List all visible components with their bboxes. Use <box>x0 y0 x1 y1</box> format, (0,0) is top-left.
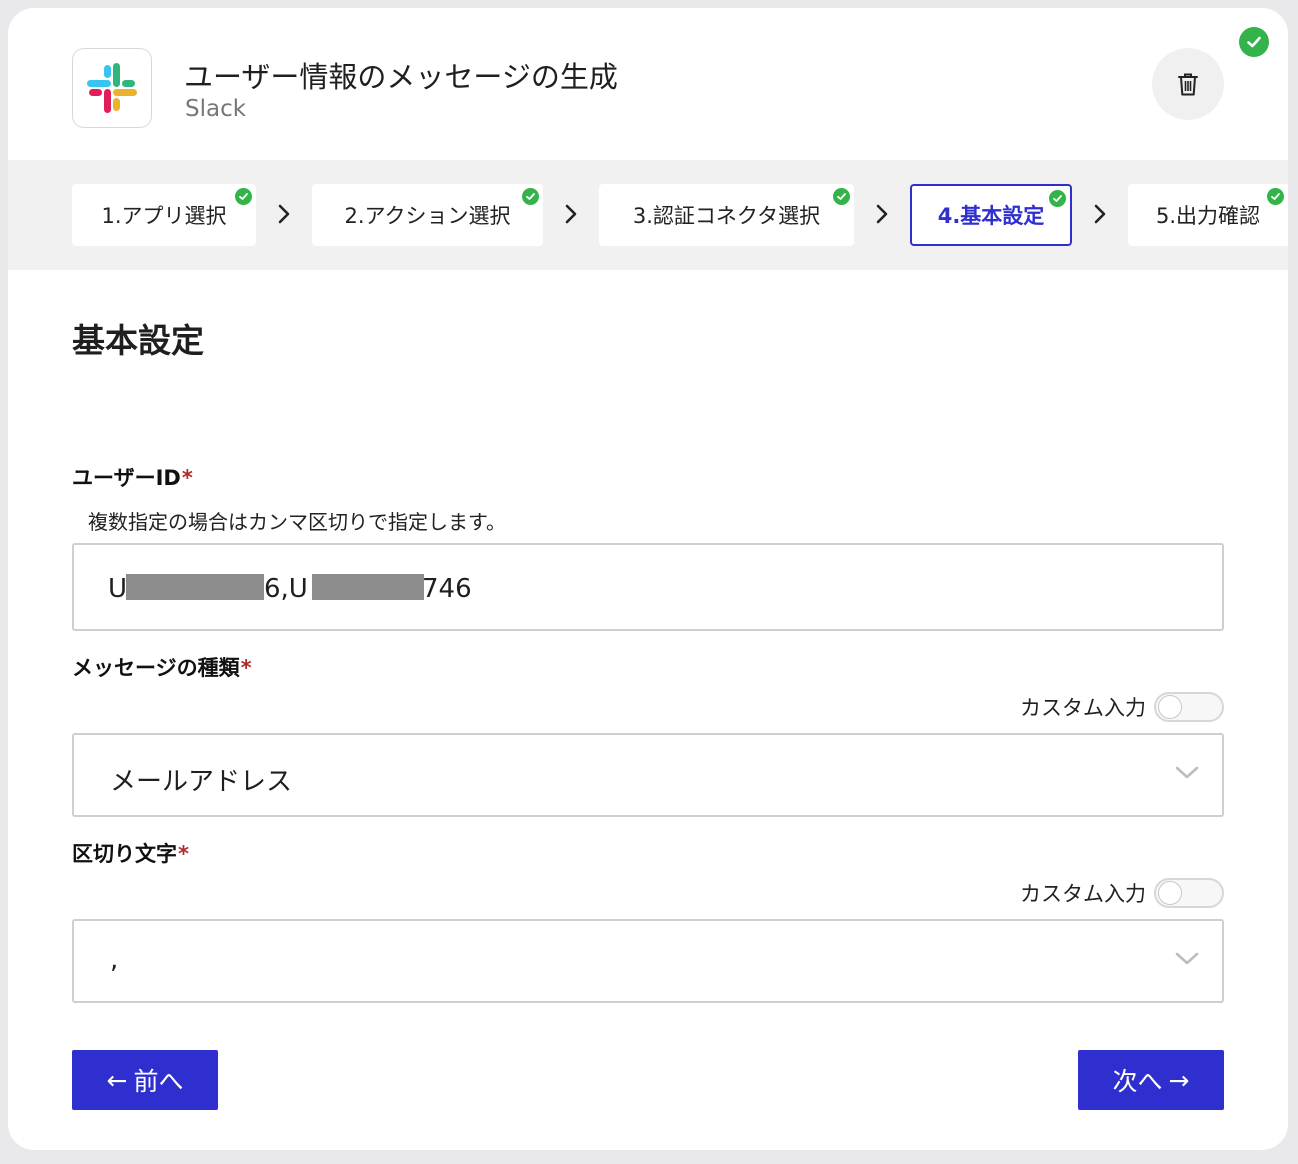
slack-logo <box>72 48 152 128</box>
step-label: 4.基本設定 <box>937 204 1045 228</box>
step-output-confirm[interactable]: 5.出力確認 <box>1128 184 1288 246</box>
step-label: 3.認証コネクタ選択 <box>632 204 821 228</box>
arrow-right-icon: → <box>1168 1065 1190 1095</box>
chevron-down-icon <box>1175 766 1199 779</box>
toggle-knob <box>1158 695 1182 719</box>
check-icon <box>1049 190 1066 207</box>
check-icon <box>1267 188 1284 205</box>
step-action-select[interactable]: 2.アクション選択 <box>312 184 543 246</box>
app-name: Slack <box>185 96 247 122</box>
delimiter-label: 区切り文字* <box>72 842 189 866</box>
step-label: 1.アプリ選択 <box>101 204 227 228</box>
trash-icon <box>1178 73 1198 96</box>
required-mark: * <box>181 466 193 490</box>
step-label: 5.出力確認 <box>1155 204 1261 228</box>
custom-input-label: カスタム入力 <box>1020 882 1146 906</box>
message-type-select[interactable]: メールアドレス <box>72 733 1224 817</box>
check-icon <box>833 188 850 205</box>
redaction-mask <box>126 574 264 600</box>
message-type-custom-input: カスタム入力 <box>1020 692 1224 722</box>
next-button[interactable]: 次へ → <box>1078 1050 1224 1110</box>
prev-button[interactable]: ← 前へ <box>72 1050 218 1110</box>
chevron-down-icon <box>1175 952 1199 965</box>
arrow-left-icon: ← <box>106 1065 128 1095</box>
next-label: 次へ <box>1112 1067 1163 1096</box>
required-mark: * <box>240 656 252 680</box>
custom-input-label: カスタム入力 <box>1020 696 1146 720</box>
task-title: ユーザー情報のメッセージの生成 <box>184 60 618 94</box>
prev-label: 前へ <box>133 1067 184 1096</box>
custom-input-toggle[interactable] <box>1154 692 1224 722</box>
message-type-label: メッセージの種類* <box>72 656 252 680</box>
chevron-right-icon <box>274 202 294 226</box>
delete-button[interactable] <box>1152 48 1224 120</box>
redaction-mask <box>312 574 424 600</box>
selected-value: メールアドレス <box>110 767 293 797</box>
task-card: ユーザー情報のメッセージの生成 Slack 1.アプリ選択 2.アクション選択 … <box>8 8 1288 1150</box>
required-mark: * <box>178 842 189 866</box>
delimiter-custom-input: カスタム入力 <box>1020 878 1224 908</box>
step-navigation: 1.アプリ選択 2.アクション選択 3.認証コネクタ選択 4.基本設定 5.出力… <box>8 160 1288 270</box>
section-title: 基本設定 <box>72 321 204 360</box>
user-id-input[interactable]: U 6,U 746 <box>72 543 1224 631</box>
user-id-help: 複数指定の場合はカンマ区切りで指定します。 <box>88 510 506 534</box>
check-circle-icon <box>1239 27 1269 57</box>
user-id-value-part: 6,U <box>264 574 308 604</box>
chevron-right-icon <box>561 202 581 226</box>
user-id-value-part: U <box>108 574 128 604</box>
step-basic-settings[interactable]: 4.基本設定 <box>910 184 1072 246</box>
step-app-select[interactable]: 1.アプリ選択 <box>72 184 256 246</box>
selected-value: , <box>110 945 119 975</box>
check-icon <box>235 188 252 205</box>
chevron-right-icon <box>1090 202 1110 226</box>
delimiter-select[interactable]: , <box>72 919 1224 1003</box>
chevron-right-icon <box>872 202 892 226</box>
step-label: 2.アクション選択 <box>344 204 511 228</box>
step-connector-select[interactable]: 3.認証コネクタ選択 <box>599 184 854 246</box>
custom-input-toggle[interactable] <box>1154 878 1224 908</box>
user-id-label: ユーザーID* <box>72 466 193 490</box>
user-id-value-part: 746 <box>422 574 472 604</box>
check-icon <box>522 188 539 205</box>
toggle-knob <box>1158 881 1182 905</box>
